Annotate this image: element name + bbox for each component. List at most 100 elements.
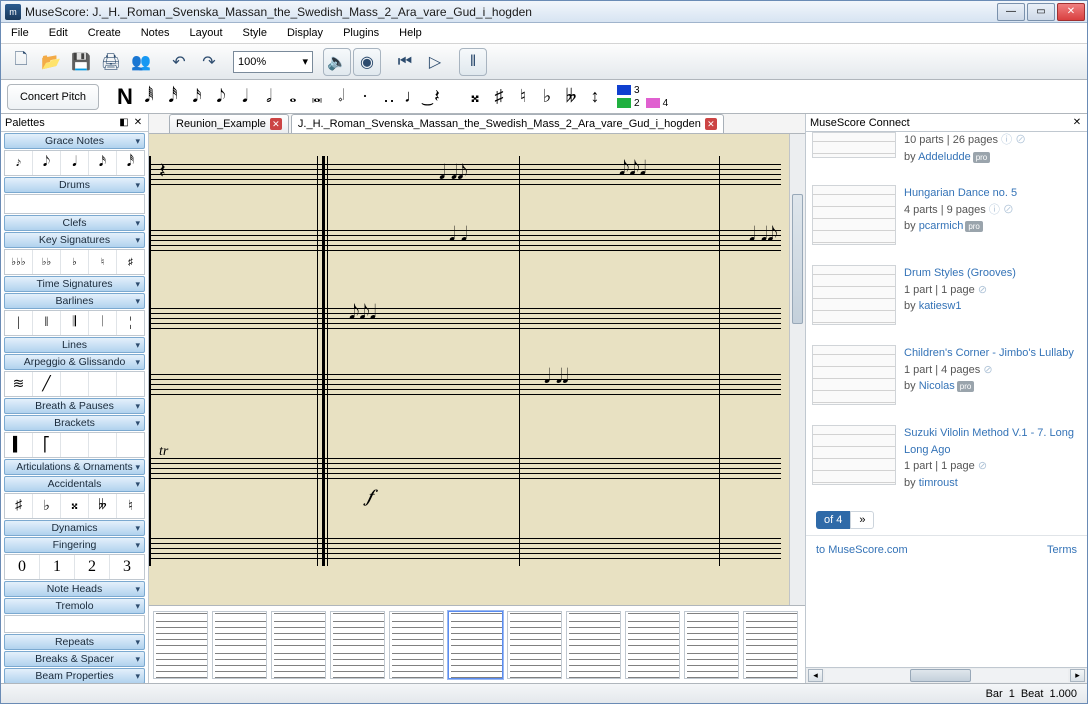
arpeggio-cell[interactable]: ≋ bbox=[5, 372, 33, 396]
connect-thumb[interactable] bbox=[812, 132, 896, 158]
palette-lines[interactable]: Lines bbox=[4, 337, 145, 353]
repeat-icon[interactable]: ‖ bbox=[459, 48, 487, 76]
rewind-icon[interactable]: ⏮ bbox=[391, 48, 419, 76]
accidental-cell[interactable]: 𝄫 bbox=[89, 494, 117, 518]
note-64th-icon[interactable]: 𝅘𝅥𝅱 bbox=[139, 84, 159, 110]
palette-articulations[interactable]: Articulations & Ornaments bbox=[4, 459, 145, 475]
flip-stem-icon[interactable]: ↕ bbox=[585, 84, 605, 110]
note-32nd-icon[interactable]: 𝅘𝅥𝅰 bbox=[163, 84, 183, 110]
grace-note-cell[interactable]: 𝅘𝅥 bbox=[61, 151, 89, 175]
fingering-cell[interactable]: 1 bbox=[40, 555, 75, 579]
menu-notes[interactable]: Notes bbox=[131, 25, 180, 41]
sound-icon[interactable]: 🔈 bbox=[323, 48, 351, 76]
dot-icon[interactable]: · bbox=[355, 84, 375, 110]
barline-cell[interactable]: 𝄀 bbox=[89, 311, 117, 335]
palette-time-signatures[interactable]: Time Signatures bbox=[4, 276, 145, 292]
sharp-icon[interactable]: ♯ bbox=[489, 84, 509, 110]
double-dot-icon[interactable]: ‥ bbox=[379, 84, 399, 110]
thumbnail-page-selected[interactable] bbox=[448, 611, 503, 679]
tab-reunion[interactable]: Reunion_Example✕ bbox=[169, 114, 289, 133]
tab-close-icon[interactable]: ✕ bbox=[705, 118, 717, 130]
note-input-mode-icon[interactable]: N bbox=[115, 84, 135, 110]
menu-help[interactable]: Help bbox=[389, 25, 432, 41]
menu-plugins[interactable]: Plugins bbox=[333, 25, 389, 41]
maximize-button[interactable]: ▭ bbox=[1027, 3, 1055, 21]
natural-icon[interactable]: ♮ bbox=[513, 84, 533, 110]
connect-author[interactable]: timroust bbox=[919, 477, 958, 489]
connect-author[interactable]: Addeludde bbox=[918, 151, 971, 163]
keysig-cell[interactable]: ♯ bbox=[117, 250, 144, 274]
rest-icon[interactable]: 𝄽 bbox=[427, 84, 447, 110]
palette-dynamics[interactable]: Dynamics bbox=[4, 520, 145, 536]
concert-pitch-button[interactable]: Concert Pitch bbox=[7, 84, 99, 110]
palette-note-heads[interactable]: Note Heads bbox=[4, 581, 145, 597]
scroll-right-icon[interactable]: ▸ bbox=[1070, 669, 1085, 682]
voice-4-box[interactable] bbox=[646, 98, 660, 108]
score-canvas[interactable]: 𝄽 𝅘𝅥𝅮𝅘𝅥𝅮𝅘𝅥 𝅘𝅥 𝅘𝅥𝅘𝅥𝅮 𝅘𝅥 𝅘𝅥 𝅘𝅥 𝅘𝅥𝅘𝅥 𝅘𝅥𝅮𝅘𝅥𝅮… bbox=[149, 134, 805, 605]
scrollbar-thumb[interactable] bbox=[910, 669, 971, 682]
palette-drums[interactable]: Drums bbox=[4, 177, 145, 193]
connect-item-title[interactable]: Drum Styles (Grooves) bbox=[904, 267, 1016, 279]
connect-author[interactable]: pcarmich bbox=[919, 220, 964, 232]
note-16th-icon[interactable]: 𝅘𝅥𝅯 bbox=[187, 84, 207, 110]
connect-horizontal-scrollbar[interactable]: ◂ ▸ bbox=[806, 667, 1087, 683]
menu-display[interactable]: Display bbox=[277, 25, 333, 41]
palette-fingering[interactable]: Fingering bbox=[4, 537, 145, 553]
thumbnail-page[interactable] bbox=[389, 611, 444, 679]
note-half-icon[interactable]: 𝅗𝅥 bbox=[259, 84, 279, 110]
palette-brackets[interactable]: Brackets bbox=[4, 415, 145, 431]
fingering-cell[interactable]: 2 bbox=[75, 555, 110, 579]
score-vertical-scrollbar[interactable] bbox=[789, 134, 805, 605]
tab-close-icon[interactable]: ✕ bbox=[270, 118, 282, 130]
keysig-cell[interactable]: ♭ bbox=[61, 250, 89, 274]
double-sharp-icon[interactable]: 𝄪 bbox=[465, 84, 485, 110]
info-icon[interactable]: ⊘ bbox=[978, 284, 987, 296]
palette-accidentals[interactable]: Accidentals bbox=[4, 476, 145, 492]
note-quarter-icon[interactable]: 𝅘𝅥 bbox=[235, 84, 255, 110]
connect-thumb[interactable] bbox=[812, 345, 896, 405]
thumbnail-page[interactable] bbox=[212, 611, 267, 679]
fingering-cell[interactable]: 3 bbox=[110, 555, 144, 579]
connect-author[interactable]: Nicolas bbox=[919, 380, 955, 392]
undo-icon[interactable]: ↶ bbox=[165, 48, 193, 76]
close-button[interactable]: ✕ bbox=[1057, 3, 1085, 21]
note-whole-icon[interactable]: 𝅝 bbox=[283, 84, 303, 110]
connect-terms-link[interactable]: Terms bbox=[1047, 544, 1077, 556]
redo-icon[interactable]: ↷ bbox=[195, 48, 223, 76]
scroll-left-icon[interactable]: ◂ bbox=[808, 669, 823, 682]
info-icon[interactable]: ⓘ ⊘ bbox=[989, 204, 1014, 216]
connect-thumb[interactable] bbox=[812, 265, 896, 325]
thumbnail-page[interactable] bbox=[566, 611, 621, 679]
palette-arpeggio[interactable]: Arpeggio & Glissando bbox=[4, 354, 145, 370]
bracket-cell[interactable]: ⎡ bbox=[33, 433, 61, 457]
palette-breath[interactable]: Breath & Pauses bbox=[4, 398, 145, 414]
info-icon[interactable]: ⊘ bbox=[983, 364, 992, 376]
voice-2-box[interactable] bbox=[617, 98, 631, 108]
thumbnail-page[interactable] bbox=[625, 611, 680, 679]
save-icon[interactable]: 💾 bbox=[67, 48, 95, 76]
pager-current[interactable]: of 4 bbox=[816, 511, 850, 529]
thumbnail-page[interactable] bbox=[743, 611, 798, 679]
palette-tremolo[interactable]: Tremolo bbox=[4, 598, 145, 614]
palettes-close-icon[interactable]: ✕ bbox=[132, 117, 144, 129]
grace-note-cell[interactable]: 𝅘𝅥𝅮 bbox=[33, 151, 61, 175]
pager-next-button[interactable]: » bbox=[850, 511, 874, 529]
community-icon[interactable]: 👥 bbox=[127, 48, 155, 76]
scroll-track[interactable] bbox=[825, 669, 1068, 682]
info-icon[interactable]: ⊘ bbox=[978, 460, 987, 472]
fingering-cell[interactable]: 0 bbox=[5, 555, 40, 579]
palette-breaks[interactable]: Breaks & Spacer bbox=[4, 651, 145, 667]
arpeggio-cell[interactable]: ╱ bbox=[33, 372, 61, 396]
connect-close-icon[interactable]: ✕ bbox=[1071, 117, 1083, 129]
zoom-combo[interactable]: 100%▾ bbox=[233, 51, 313, 73]
menu-layout[interactable]: Layout bbox=[179, 25, 232, 41]
accidental-cell[interactable]: ♮ bbox=[117, 494, 144, 518]
barline-cell[interactable]: ¦ bbox=[117, 311, 144, 335]
keysig-cell[interactable]: ♮ bbox=[89, 250, 117, 274]
connect-thumb[interactable] bbox=[812, 425, 896, 485]
barline-cell[interactable]: | bbox=[5, 311, 33, 335]
thumbnail-page[interactable] bbox=[507, 611, 562, 679]
thumbnail-page[interactable] bbox=[330, 611, 385, 679]
new-file-icon[interactable]: 🗋 bbox=[7, 48, 35, 76]
barline-cell[interactable]: ‖ bbox=[33, 311, 61, 335]
